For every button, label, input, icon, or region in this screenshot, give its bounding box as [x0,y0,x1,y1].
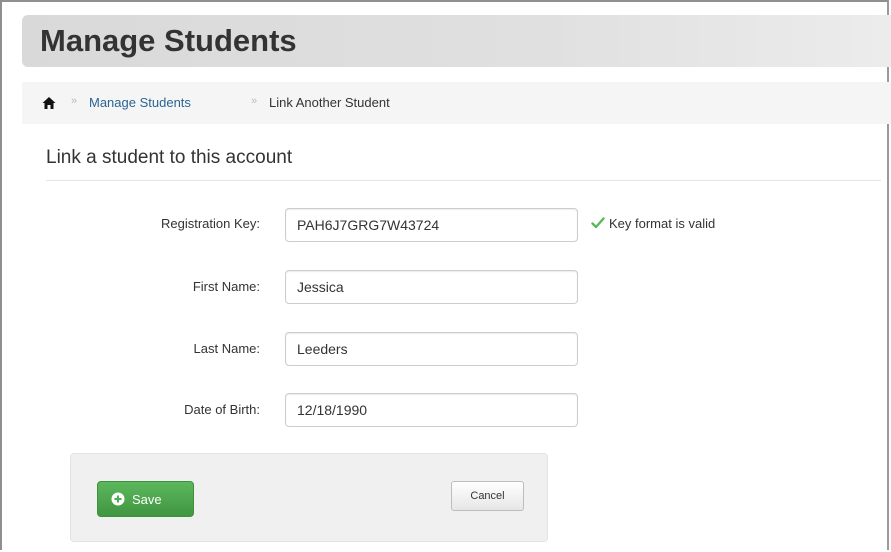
checkmark-icon [591,217,605,229]
section-title: Link a student to this account [46,147,293,168]
page-title: Manage Students [40,23,297,58]
form-actions-panel: Save Cancel [70,453,548,542]
registration-key-label: Registration Key: [161,216,260,231]
first-name-label: First Name: [192,279,260,294]
title-bar: Manage Students [22,15,891,67]
save-button-label: Save [132,491,162,507]
save-button[interactable]: Save [97,481,194,517]
breadcrumb-link-manage-students[interactable]: Manage Students [89,95,191,110]
last-name-label: Last Name: [193,341,260,356]
breadcrumb-separator: » [251,95,258,107]
last-name-input[interactable] [285,332,578,366]
home-icon[interactable] [42,96,56,110]
date-of-birth-input[interactable] [285,393,578,427]
breadcrumb-separator: » [71,95,78,107]
validation-text: Key format is valid [609,216,716,231]
section-divider [46,180,881,181]
plus-circle-icon [111,492,125,506]
breadcrumb-current: Link Another Student [269,95,390,110]
cancel-button[interactable]: Cancel [451,481,524,511]
first-name-input[interactable] [285,270,578,304]
key-validation-message: Key format is valid [591,216,715,231]
date-of-birth-label: Date of Birth: [184,402,260,417]
registration-key-input[interactable] [285,208,578,242]
breadcrumb: » Manage Students » Link Another Student [22,82,891,124]
